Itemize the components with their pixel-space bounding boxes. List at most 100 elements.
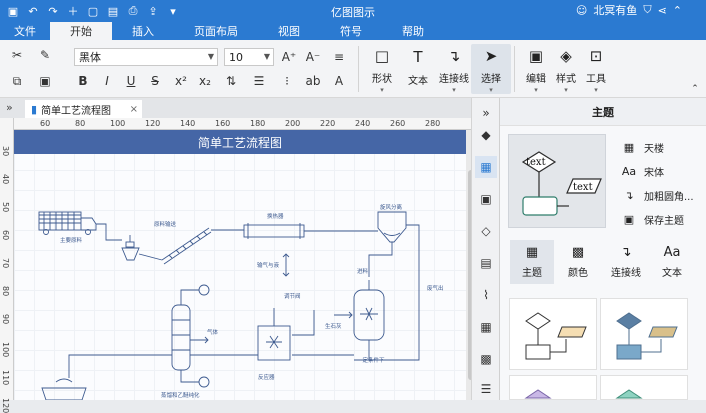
theme-preview[interactable]: text text xyxy=(508,134,606,228)
bullet-list-icon[interactable]: ⁝ xyxy=(278,72,296,90)
layers-icon[interactable]: ◇ xyxy=(475,220,497,242)
copy-icon[interactable]: ⧉ xyxy=(8,72,26,90)
theme-panel: 主题 text text ▦ 天楼 Aa 宋体 ↴ 加粗圆角... ▣ 保存主题 xyxy=(499,98,706,400)
theme-option-style[interactable]: ▦ 天楼 xyxy=(622,140,664,155)
gallery-icon[interactable]: ▩ xyxy=(475,348,497,370)
flow-line xyxy=(292,310,354,356)
fill-icon[interactable]: ◆ xyxy=(475,124,497,146)
theme-thumbnail[interactable] xyxy=(600,298,688,370)
screw-conveyor-edge xyxy=(163,231,212,265)
menu-home[interactable]: 开始 xyxy=(50,22,112,40)
text-color-icon[interactable]: A xyxy=(330,72,348,90)
paint-bucket-icon: ◈ xyxy=(560,47,572,65)
ruler-tick: 140 xyxy=(180,119,196,128)
menu-insert[interactable]: 插入 xyxy=(112,22,174,40)
save-theme-button[interactable]: ▣ 保存主题 xyxy=(622,212,684,227)
italic-icon[interactable]: I xyxy=(98,72,116,90)
theme-option-connector[interactable]: ↴ 加粗圆角... xyxy=(622,188,693,203)
cut-icon[interactable]: ✂ xyxy=(8,46,26,64)
font-size-select[interactable]: 10 ▼ xyxy=(224,48,274,66)
font-shrink-icon[interactable]: A⁻ xyxy=(304,48,322,66)
storage-tank[interactable] xyxy=(41,387,87,400)
ruler-tick: 30 xyxy=(1,146,10,157)
ruler-tick: 200 xyxy=(285,119,301,128)
align-icon[interactable]: ≡ xyxy=(330,48,348,66)
chart-icon[interactable]: ⌇ xyxy=(475,284,497,306)
color-grid-icon: ▩ xyxy=(571,245,585,260)
pump[interactable] xyxy=(198,284,210,296)
theme-grid-icon[interactable]: ▦ xyxy=(475,156,497,178)
menu-symbols[interactable]: 符号 xyxy=(320,22,382,40)
menu-page-layout[interactable]: 页面布局 xyxy=(174,22,258,40)
tshirt-icon[interactable]: ⛉ xyxy=(643,3,651,17)
pump[interactable] xyxy=(198,376,210,388)
select-button[interactable]: ➤ 选择 ▾ xyxy=(471,44,511,94)
shape-button[interactable]: □ 形状 ▾ xyxy=(362,44,402,94)
theme-thumbnail[interactable] xyxy=(509,375,597,400)
undo-icon[interactable]: ↶ xyxy=(26,4,40,18)
process-flow-diagram[interactable]: 主要原料 原料输送 换热器 旋风分离 输气与液 进料 废气出 调节阀 气体 生石… xyxy=(14,130,466,400)
bold-icon[interactable]: B xyxy=(74,72,92,90)
center-reactor[interactable] xyxy=(257,325,291,361)
double-chevron-right-icon[interactable]: » xyxy=(6,101,13,114)
text-icon: T xyxy=(413,48,423,66)
underline-icon[interactable]: U xyxy=(122,72,140,90)
user-name[interactable]: 北冥有鱼 xyxy=(593,2,637,18)
open-folder-icon[interactable]: ▢ xyxy=(86,4,100,18)
cursor-icon: ➤ xyxy=(484,47,498,65)
export-icon[interactable]: ⇪ xyxy=(146,4,160,18)
heat-exchanger[interactable] xyxy=(243,224,305,238)
page-icon[interactable]: ▤ xyxy=(475,252,497,274)
theme-thumbnail[interactable] xyxy=(509,298,597,370)
line-spacing-icon[interactable]: ☰ xyxy=(250,72,268,90)
quick-access-dropdown-icon[interactable]: ▾ xyxy=(166,4,180,18)
label-stone-lime: 生石灰 xyxy=(325,322,342,330)
theme-thumbnail[interactable] xyxy=(600,375,688,400)
ruler-tick: 100 xyxy=(110,119,126,128)
text-button[interactable]: T 文本 xyxy=(398,44,438,94)
theme-tab-button[interactable]: ▦ 主题 xyxy=(510,240,554,284)
label-cyclone: 旋风分离 xyxy=(380,203,403,211)
distillation-tower[interactable] xyxy=(171,304,191,371)
image-icon[interactable]: ▣ xyxy=(475,188,497,210)
strikethrough-icon[interactable]: S xyxy=(146,72,164,90)
edit-icon: ▣ xyxy=(528,47,544,65)
label-raw-material: 主要原料 xyxy=(60,236,83,244)
share-icon[interactable]: ⋖ xyxy=(658,4,667,17)
collapse-ribbon-icon[interactable]: ⌃ xyxy=(686,80,704,98)
format-painter-icon[interactable]: ✎ xyxy=(36,46,54,64)
redo-icon[interactable]: ↷ xyxy=(46,4,60,18)
text-direction-icon[interactable]: ⇅ xyxy=(222,72,240,90)
double-chevron-right-icon[interactable]: » xyxy=(475,102,497,124)
font-color-icon[interactable]: ab xyxy=(304,72,322,90)
paste-icon[interactable]: ▣ xyxy=(36,72,54,90)
menu-view[interactable]: 视图 xyxy=(258,22,320,40)
menu-file[interactable]: 文件 xyxy=(0,22,50,40)
font-grow-icon[interactable]: A⁺ xyxy=(280,48,298,66)
connector-button[interactable]: ↴ 连接线 ▾ xyxy=(434,44,474,94)
theme-thumbnail-graphic xyxy=(525,312,587,360)
hopper[interactable] xyxy=(121,247,140,261)
list-icon[interactable]: ☰ xyxy=(475,378,497,400)
table-icon[interactable]: ▦ xyxy=(475,316,497,338)
new-file-icon[interactable]: ＋ xyxy=(66,4,80,18)
document-tab[interactable]: ▮ 简单工艺流程图 × xyxy=(25,100,142,118)
ruler-tick: 80 xyxy=(1,286,10,297)
drawing-canvas[interactable]: 简单工艺流程图 主要原料 原料输送 换热器 旋风分离 输气与液 进料 废气出 调… xyxy=(14,130,466,400)
subscript-icon[interactable]: x₂ xyxy=(196,72,214,90)
close-icon[interactable]: × xyxy=(130,104,138,115)
color-tab-button[interactable]: ▩ 颜色 xyxy=(556,240,600,284)
expand-icon[interactable]: ⌃ xyxy=(673,4,682,17)
print-icon[interactable]: ⎙ xyxy=(126,4,140,18)
chevron-down-icon: ▾ xyxy=(452,86,456,94)
tools-button[interactable]: ⊡ 工具 ▾ xyxy=(576,44,616,94)
side-toolbar: » ◆ ▦ ▣ ◇ ▤ ⌇ ▦ ▩ ☰ xyxy=(471,98,499,400)
save-icon[interactable]: ▤ xyxy=(106,4,120,18)
menu-help[interactable]: 帮助 xyxy=(382,22,444,40)
cyclone-separator[interactable] xyxy=(377,211,407,243)
theme-option-font[interactable]: Aa 宋体 xyxy=(622,164,664,179)
connector-tab-button[interactable]: ↴ 连接线 xyxy=(604,240,648,284)
superscript-icon[interactable]: x² xyxy=(172,72,190,90)
font-family-select[interactable]: 黑体 ▼ xyxy=(74,48,218,66)
text-tab-button[interactable]: Aa 文本 xyxy=(650,240,694,284)
